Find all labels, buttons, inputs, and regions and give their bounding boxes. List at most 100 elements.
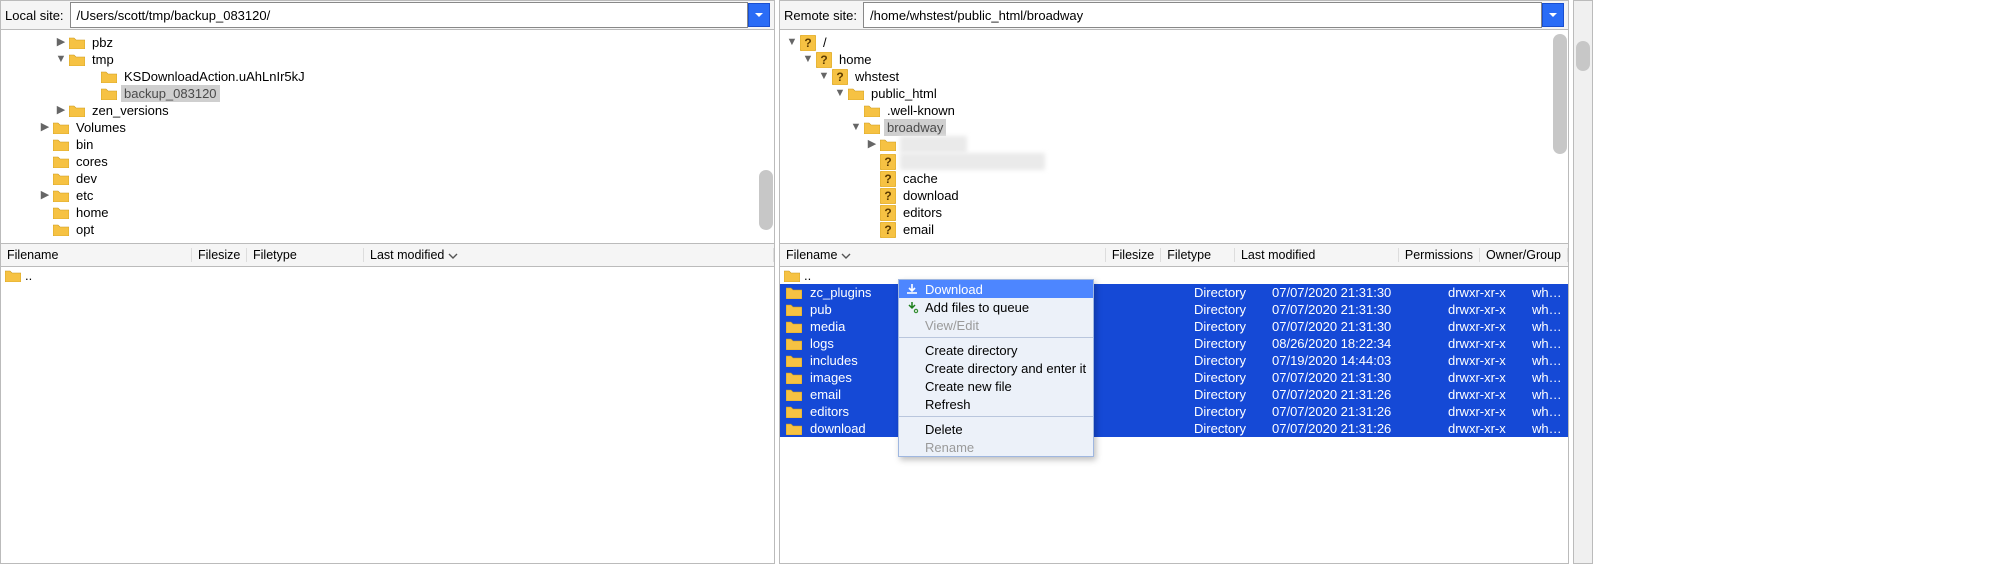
disclosure-triangle[interactable]: ▶	[39, 187, 51, 204]
col-filesize[interactable]: Filesize	[192, 248, 247, 262]
file-date: 07/07/2020 21:31:26	[1266, 386, 1442, 403]
remote-list-header: Filename Filesize Filetype Last modified…	[780, 243, 1568, 267]
disclosure-triangle[interactable]: ▶	[39, 119, 51, 136]
tree-item-label: editors	[900, 204, 945, 221]
col-permissions[interactable]: Permissions	[1399, 248, 1480, 262]
question-folder-icon	[800, 35, 816, 51]
tree-item[interactable]: ▼broadway	[780, 119, 1568, 136]
col-filetype[interactable]: Filetype	[247, 248, 364, 262]
col-filetype[interactable]: Filetype	[1161, 248, 1235, 262]
question-folder-icon	[832, 69, 848, 85]
tree-item-label: Volumes	[73, 119, 129, 136]
folder-icon	[101, 70, 117, 83]
tree-item[interactable]: KSDownloadAction.uAhLnIr5kJ	[1, 68, 774, 85]
folder-icon	[69, 36, 85, 49]
scrollbar-thumb[interactable]	[1576, 41, 1590, 71]
tree-item[interactable]: cache	[780, 170, 1568, 187]
file-name: download	[810, 420, 866, 437]
scrollbar-thumb[interactable]	[1553, 34, 1567, 154]
col-filesize[interactable]: Filesize	[1106, 248, 1161, 262]
menu-refresh[interactable]: Refresh	[899, 395, 1093, 413]
menu-delete[interactable]: Delete	[899, 420, 1093, 438]
tree-item[interactable]: cores	[1, 153, 774, 170]
disclosure-triangle[interactable]: ▶	[866, 136, 878, 153]
folder-icon	[786, 337, 802, 350]
file-owner: whstest w...	[1526, 369, 1568, 386]
local-tree[interactable]: ▶ pbz▼tmpKSDownloadAction.uAhLnIr5kJbacku…	[1, 30, 774, 243]
queue-icon	[905, 300, 919, 314]
local-file-list[interactable]: ..	[1, 267, 774, 563]
tree-item[interactable]: .well-known	[780, 102, 1568, 119]
disclosure-triangle[interactable]: ▶	[55, 102, 67, 119]
file-date: 07/07/2020 21:31:30	[1266, 369, 1442, 386]
file-type: Directory	[1188, 335, 1266, 352]
folder-icon	[880, 138, 896, 151]
file-type: Directory	[1188, 369, 1266, 386]
disclosure-triangle[interactable]: ▶	[55, 34, 67, 51]
folder-icon	[786, 388, 802, 401]
file-type: Directory	[1188, 386, 1266, 403]
local-path-dropdown[interactable]	[748, 3, 770, 27]
folder-icon	[53, 155, 69, 168]
app-scrollbar[interactable]	[1573, 0, 1593, 564]
folder-icon	[786, 286, 802, 299]
tree-item[interactable]: ▶ Volumes	[1, 119, 774, 136]
tree-item-label: XXXXXXXXXXXXXXXX	[900, 153, 1045, 170]
file-perm: drwxr-xr-x	[1442, 335, 1526, 352]
question-folder-icon	[880, 205, 896, 221]
disclosure-triangle[interactable]: ▼	[55, 51, 67, 68]
disclosure-triangle[interactable]: ▼	[850, 119, 862, 136]
file-owner: whstest w...	[1526, 386, 1568, 403]
menu-view-edit: View/Edit	[899, 316, 1093, 334]
list-parent-row[interactable]: ..	[1, 267, 774, 284]
scrollbar-thumb[interactable]	[759, 170, 773, 230]
menu-download[interactable]: Download	[899, 280, 1093, 298]
tree-item[interactable]: editors	[780, 204, 1568, 221]
tree-item[interactable]: ▼whstest	[780, 68, 1568, 85]
menu-create-directory-enter[interactable]: Create directory and enter it	[899, 359, 1093, 377]
disclosure-triangle[interactable]: ▼	[786, 34, 798, 51]
tree-item[interactable]: download	[780, 187, 1568, 204]
tree-item[interactable]: opt	[1, 221, 774, 238]
remote-tree[interactable]: ▼/▼home▼whstest▼public_html.well-known▼b…	[780, 30, 1568, 243]
tree-item-label: dev	[73, 170, 100, 187]
tree-item[interactable]: ▼/	[780, 34, 1568, 51]
folder-icon	[5, 269, 21, 282]
tree-item-label: zen_versions	[89, 102, 172, 119]
local-path-input[interactable]: /Users/scott/tmp/backup_083120/	[70, 2, 748, 28]
tree-item[interactable]: backup_083120	[1, 85, 774, 102]
disclosure-triangle[interactable]: ▼	[834, 85, 846, 102]
remote-path-dropdown[interactable]	[1542, 3, 1564, 27]
col-filename[interactable]: Filename	[780, 248, 1106, 262]
col-owner[interactable]: Owner/Group	[1480, 248, 1568, 262]
folder-icon	[786, 405, 802, 418]
tree-item[interactable]: ▼public_html	[780, 85, 1568, 102]
remote-path-input[interactable]: /home/whstest/public_html/broadway	[863, 2, 1542, 28]
file-name: pub	[810, 301, 832, 318]
file-date: 07/19/2020 14:44:03	[1266, 352, 1442, 369]
tree-item[interactable]: XXXXXXXXXXXXXXXX	[780, 153, 1568, 170]
tree-item[interactable]: ▶ zen_versions	[1, 102, 774, 119]
disclosure-triangle[interactable]: ▼	[802, 51, 814, 68]
menu-add-to-queue[interactable]: Add files to queue	[899, 298, 1093, 316]
col-filename[interactable]: Filename	[1, 248, 192, 262]
tree-item[interactable]: bin	[1, 136, 774, 153]
tree-item[interactable]: email	[780, 221, 1568, 238]
tree-item[interactable]: ▶XXXXXXX	[780, 136, 1568, 153]
disclosure-triangle[interactable]: ▼	[818, 68, 830, 85]
tree-item[interactable]: home	[1, 204, 774, 221]
local-list-header: Filename Filesize Filetype Last modified	[1, 243, 774, 267]
folder-icon	[53, 138, 69, 151]
tree-item[interactable]: ▶etc	[1, 187, 774, 204]
col-lastmod[interactable]: Last modified	[364, 248, 774, 262]
tree-item-label: pbz	[89, 34, 116, 51]
tree-item[interactable]: dev	[1, 170, 774, 187]
remote-file-list[interactable]: .. zc_pluginsDirectory07/07/2020 21:31:3…	[780, 267, 1568, 563]
tree-item[interactable]: ▼home	[780, 51, 1568, 68]
tree-item[interactable]: ▶ pbz	[1, 34, 774, 51]
menu-create-directory[interactable]: Create directory	[899, 341, 1093, 359]
col-lastmod[interactable]: Last modified	[1235, 248, 1399, 262]
file-perm: drwxr-xr-x	[1442, 352, 1526, 369]
tree-item[interactable]: ▼tmp	[1, 51, 774, 68]
menu-create-new-file[interactable]: Create new file	[899, 377, 1093, 395]
